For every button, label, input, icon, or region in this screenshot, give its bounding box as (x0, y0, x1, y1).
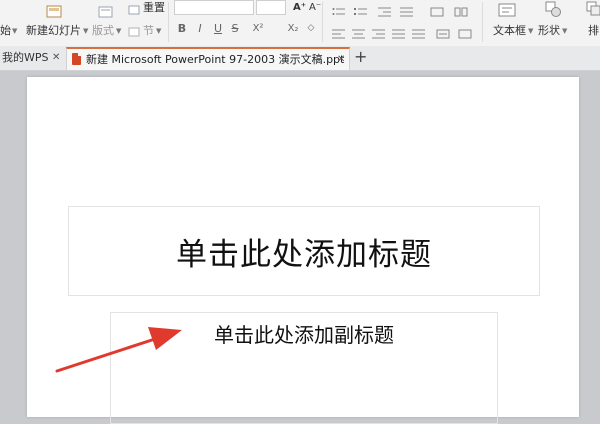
align-right-icon[interactable] (372, 24, 386, 39)
new-slide-icon[interactable] (46, 3, 62, 18)
slide-canvas[interactable]: 单击此处添加标题 单击此处添加副标题 (27, 77, 579, 424)
tab-active-document[interactable]: 新建 Microsoft PowerPoint 97-2003 演示文稿.ppt… (66, 47, 350, 70)
indent-icon[interactable] (378, 2, 392, 17)
bullets-icon[interactable] (332, 2, 346, 15)
align-left-icon[interactable] (332, 24, 346, 39)
layout-label: 版式 (92, 24, 114, 37)
layout-caret: ▼ (116, 27, 122, 35)
reset-label[interactable]: 重置 (143, 1, 165, 14)
ppt-file-icon (72, 53, 81, 65)
grow-font-button[interactable]: A⁺ (293, 1, 306, 14)
distribute-icon[interactable] (412, 24, 426, 39)
smartart-icon[interactable] (458, 24, 472, 39)
superscript-button[interactable]: X² (250, 22, 266, 35)
textbox-button[interactable]: 文本框 ▼ (493, 24, 533, 38)
shape-icon[interactable] (545, 1, 561, 17)
align-text-icon[interactable] (436, 24, 450, 39)
justify-icon[interactable] (392, 24, 406, 39)
title-placeholder[interactable]: 单击此处添加标题 (68, 206, 540, 296)
ribbon-divider (322, 2, 323, 42)
textbox-label: 文本框 (493, 24, 526, 37)
new-slide-caret: ▼ (83, 27, 89, 35)
layout-icon[interactable] (98, 3, 113, 18)
new-slide-label: 新建幻灯片 (26, 24, 81, 37)
text-effect-button[interactable]: ◇ (305, 22, 317, 35)
subscript-button[interactable]: X₂ (285, 22, 301, 35)
underline-button[interactable]: U (212, 22, 224, 35)
textbox-caret: ▼ (528, 27, 534, 35)
bold-button[interactable]: B (176, 22, 188, 35)
shrink-font-button[interactable]: A⁻ (309, 1, 321, 14)
document-tab-bar: 我的WPS ✕ 新建 Microsoft PowerPoint 97-2003 … (0, 46, 600, 71)
subtitle-placeholder[interactable]: 单击此处添加副标题 (110, 312, 498, 424)
shape-label: 形状 (538, 24, 560, 37)
new-tab-button[interactable]: + (354, 46, 367, 68)
tab-document-label: 新建 Microsoft PowerPoint 97-2003 演示文稿.ppt (86, 53, 345, 66)
shape-button[interactable]: 形状 ▼ (538, 24, 567, 38)
line-spacing-icon[interactable] (400, 2, 414, 17)
subtitle-placeholder-text: 单击此处添加副标题 (214, 323, 394, 347)
arrange-button[interactable]: 排 (588, 24, 599, 37)
slide-workspace: 单击此处添加标题 单击此处添加副标题 (0, 71, 600, 424)
font-name-combobox[interactable] (174, 0, 254, 15)
tab-my-wps-label: 我的WPS (2, 51, 49, 64)
reset-icon[interactable] (128, 1, 140, 15)
close-icon[interactable]: ✕ (337, 49, 345, 71)
strikethrough-button[interactable]: S (229, 22, 241, 35)
section-button[interactable]: 节 ▼ (143, 24, 161, 38)
align-center-icon[interactable] (352, 24, 366, 39)
ribbon-divider (168, 2, 169, 42)
section-label: 节 (143, 24, 154, 37)
ribbon-toolbar: 始 ▼ 新建幻灯片 ▼ 版式 ▼ 重置 节 ▼ A⁺ A⁻ B I U S X² X₂… (0, 0, 600, 47)
section-icon[interactable] (128, 23, 140, 37)
section-caret: ▼ (156, 27, 162, 35)
start-dropdown-caret[interactable]: ▼ (10, 24, 17, 38)
text-direction-icon[interactable] (430, 2, 444, 17)
layout-button[interactable]: 版式 ▼ (92, 24, 121, 38)
numbering-icon[interactable] (354, 2, 368, 15)
arrange-icon[interactable] (586, 1, 600, 17)
italic-button[interactable]: I (194, 22, 206, 35)
new-slide-button[interactable]: 新建幻灯片 ▼ (26, 24, 88, 38)
title-placeholder-text: 单击此处添加标题 (176, 236, 432, 273)
ribbon-divider (482, 2, 483, 42)
textbox-icon[interactable] (498, 2, 516, 17)
tab-my-wps[interactable]: 我的WPS ✕ (0, 47, 64, 69)
font-size-combobox[interactable] (256, 0, 286, 15)
shape-caret: ▼ (562, 27, 568, 35)
columns-icon[interactable] (454, 2, 468, 17)
close-icon[interactable]: ✕ (52, 47, 60, 69)
